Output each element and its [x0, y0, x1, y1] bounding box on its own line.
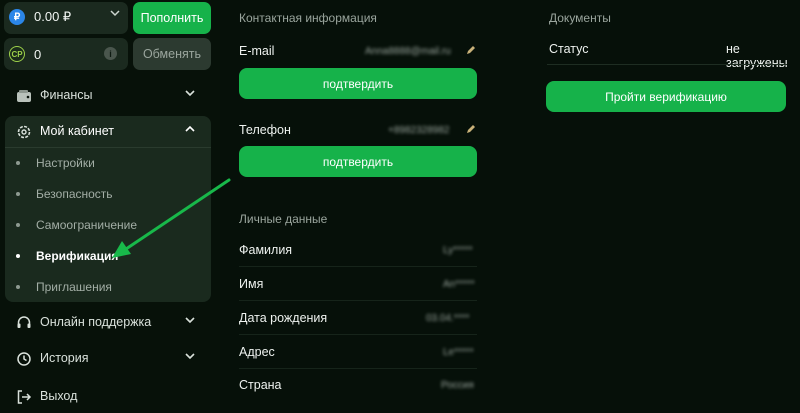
surname-value: Ly***** [443, 245, 473, 256]
divider [239, 266, 477, 267]
cp-coin-icon: CP [9, 46, 25, 62]
history-icon [17, 352, 31, 366]
address-label: Адрес [239, 345, 275, 359]
menu-item-cabinet[interactable]: Мой кабинет [0, 116, 212, 148]
menu-label-logout: Выход [40, 389, 78, 403]
menu-item-logout[interactable]: Выход [0, 381, 212, 413]
email-value: Anna8888@mail.ru [365, 46, 451, 57]
divider [239, 300, 477, 301]
menu-label-history: История [40, 351, 89, 365]
cabinet-item-label: Приглашения [36, 280, 112, 294]
status-label: Статус [549, 42, 589, 56]
chevron-down-icon [185, 90, 195, 97]
contact-section-title: Контактная информация [239, 11, 377, 25]
documents-section-title: Документы [549, 11, 611, 25]
menu-item-finances[interactable]: Финансы [0, 80, 212, 112]
divider [239, 334, 477, 335]
start-verification-button[interactable]: Пройти верификацию [546, 81, 786, 112]
menu-label-finances: Финансы [40, 88, 93, 102]
country-value: Россия [441, 380, 474, 391]
cabinet-item-label: Самоограничение [36, 218, 138, 232]
menu-item-history[interactable]: История [0, 343, 212, 375]
birthdate-label: Дата рождения [239, 311, 328, 325]
name-value: An***** [443, 279, 475, 290]
chevron-up-icon [185, 125, 195, 132]
country-label: Страна [239, 378, 282, 392]
chevron-down-icon [185, 317, 195, 324]
cabinet-item-label: Безопасность [36, 187, 113, 201]
divider [547, 64, 787, 65]
divider [239, 368, 477, 369]
birthdate-value: 03.04.**** [426, 313, 470, 324]
bullet [16, 223, 20, 227]
confirm-email-button[interactable]: подтвердить [239, 68, 477, 99]
balance-value: 0.00 ₽ [34, 9, 72, 24]
cp-value: 0 [34, 47, 42, 62]
menu-item-support[interactable]: Онлайн поддержка [0, 307, 212, 339]
logout-icon [17, 390, 32, 404]
personal-section-title: Личные данные [239, 212, 328, 226]
info-icon[interactable]: i [104, 47, 117, 60]
surname-label: Фамилия [239, 243, 293, 257]
sidebar: ₽ 0.00 ₽ Пополнить CP 0 i Обменять Финан… [0, 0, 220, 410]
bullet [16, 285, 20, 289]
address-value: Le***** [443, 347, 474, 358]
wallet-icon [17, 90, 31, 102]
phone-label: Телефон [239, 123, 291, 137]
bullet [16, 192, 20, 196]
chevron-down-icon [185, 353, 195, 360]
edit-icon[interactable] [466, 45, 476, 55]
phone-value: +8982328982 [388, 125, 450, 136]
menu-label-cabinet: Мой кабинет [40, 124, 114, 138]
chevron-down-icon[interactable] [110, 8, 120, 18]
edit-icon[interactable] [466, 124, 476, 134]
name-label: Имя [239, 277, 264, 291]
status-value: не загружены [726, 42, 788, 70]
cabinet-item-label: Настройки [36, 156, 95, 170]
bullet [16, 161, 20, 165]
confirm-phone-button[interactable]: подтвердить [239, 146, 477, 177]
topup-button[interactable]: Пополнить [133, 2, 211, 34]
cabinet-item-label: Верификация [36, 249, 119, 263]
bullet [16, 254, 20, 258]
gear-icon [17, 125, 31, 139]
email-label: E-mail [239, 44, 275, 58]
headset-icon [17, 316, 31, 328]
menu-label-support: Онлайн поддержка [40, 315, 152, 329]
ruble-icon: ₽ [9, 9, 25, 25]
exchange-button[interactable]: Обменять [133, 38, 211, 70]
